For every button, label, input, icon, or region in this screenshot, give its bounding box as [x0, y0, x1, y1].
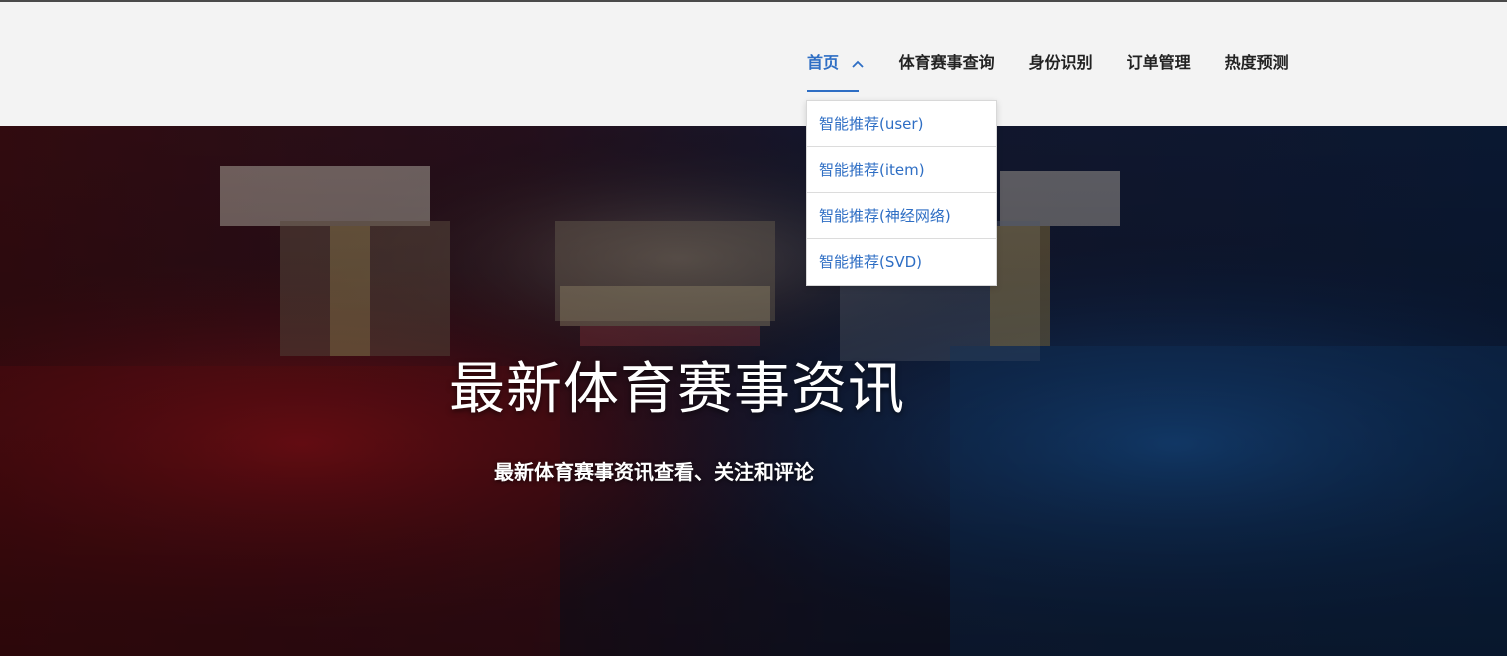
site-header: 首页 体育赛事查询 身份识别 订单管理 热度预测 [0, 2, 1507, 126]
nav-item-identity-label: 身份识别 [1028, 53, 1093, 72]
nav-item-identity[interactable]: 身份识别 [1029, 54, 1093, 92]
dropdown-item-recommend-item[interactable]: 智能推荐(item) [807, 147, 996, 193]
dropdown-item-recommend-svd[interactable]: 智能推荐(SVD) [807, 239, 996, 285]
nav-item-home-label: 首页 [807, 53, 840, 72]
nav-item-sports-query[interactable]: 体育赛事查询 [899, 54, 995, 92]
home-dropdown-menu: 智能推荐(user) 智能推荐(item) 智能推荐(神经网络) 智能推荐(SV… [806, 100, 997, 286]
nav-item-heat-forecast-label: 热度预测 [1224, 53, 1289, 72]
nav-item-sports-query-label: 体育赛事查询 [898, 53, 995, 72]
dropdown-item-recommend-user[interactable]: 智能推荐(user) [807, 101, 996, 147]
hero-banner: 最新体育赛事资讯 最新体育赛事资讯查看、关注和评论 [0, 126, 1507, 656]
nav-item-orders[interactable]: 订单管理 [1127, 54, 1191, 92]
top-border [0, 0, 1507, 2]
chevron-up-icon [851, 60, 864, 68]
hero-title: 最新体育赛事资讯 [449, 357, 905, 422]
nav-item-home[interactable]: 首页 [807, 54, 865, 92]
nav-item-heat-forecast[interactable]: 热度预测 [1225, 54, 1289, 92]
main-nav: 首页 体育赛事查询 身份识别 订单管理 热度预测 [807, 54, 1323, 92]
nav-item-orders-label: 订单管理 [1126, 53, 1191, 72]
hero-subtitle: 最新体育赛事资讯查看、关注和评论 [494, 460, 814, 484]
dropdown-item-recommend-neural[interactable]: 智能推荐(神经网络) [807, 193, 996, 239]
